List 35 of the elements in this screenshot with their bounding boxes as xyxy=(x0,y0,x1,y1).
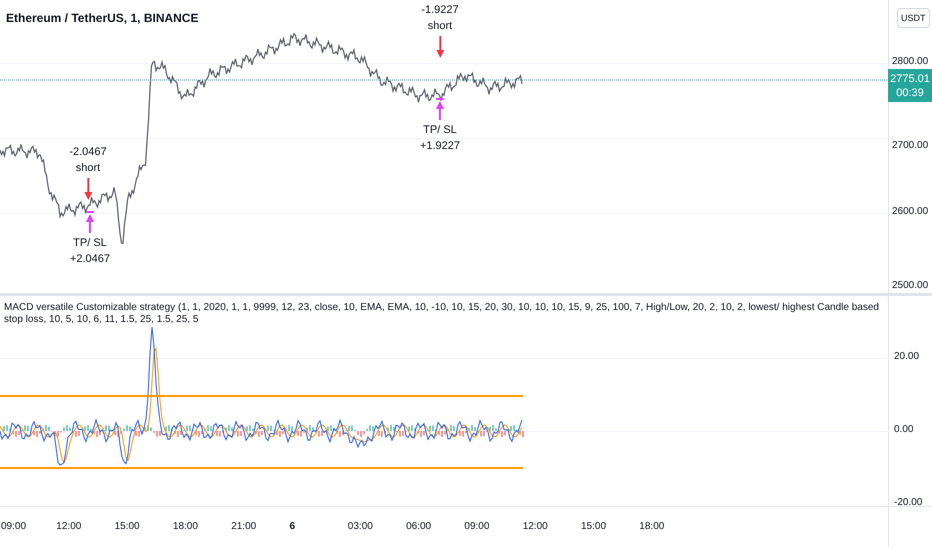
signal-label: TP/ SL xyxy=(73,236,107,251)
time-axis-label: 09:00 xyxy=(1,521,26,532)
up-arrow-icon xyxy=(86,211,94,233)
price-axis-label: 2500.00 xyxy=(892,280,928,291)
time-axis-label: 12:00 xyxy=(522,521,548,532)
time-axis-label: 09:00 xyxy=(464,521,490,532)
signal-label: short xyxy=(76,161,100,176)
price-axis-label: 2800.00 xyxy=(892,56,928,67)
last-price: 2775.01 xyxy=(890,72,930,86)
signal-label: short xyxy=(428,19,452,34)
time-axis-label: 15:00 xyxy=(114,521,140,532)
up-arrow-icon xyxy=(436,98,444,120)
time-axis-label: 15:00 xyxy=(581,521,606,532)
symbol-title: Ethereum / TetherUS, 1, BINANCE xyxy=(6,11,198,25)
time-axis-label: 18:00 xyxy=(172,521,198,532)
indicator-axis-label: 20.00 xyxy=(894,351,920,362)
currency-button[interactable]: USDT xyxy=(897,8,930,28)
signal-value: +2.0467 xyxy=(70,252,110,267)
time-axis-label: 21:00 xyxy=(231,521,256,532)
price-axis-label: 2700.00 xyxy=(892,140,928,151)
time-axis-label: 18:00 xyxy=(639,521,664,532)
price-axis-label: 2600.00 xyxy=(892,206,928,217)
indicator-axis-label: -20.00 xyxy=(894,497,922,508)
signal-value: -1.9227 xyxy=(421,3,459,18)
down-arrow-icon xyxy=(436,36,444,58)
time-axis-label: 06:00 xyxy=(406,521,432,532)
bar-countdown: 00:39 xyxy=(896,86,924,100)
time-axis-label: 12:00 xyxy=(56,521,82,532)
signal-value: +1.9227 xyxy=(420,139,460,154)
signal-label: TP/ SL xyxy=(423,123,457,138)
signal-value: -2.0467 xyxy=(69,145,107,160)
indicator-axis-label: 0.00 xyxy=(894,424,914,435)
time-axis-label: 03:00 xyxy=(348,521,373,532)
down-arrow-icon xyxy=(84,178,92,200)
time-axis-label: 6 xyxy=(290,521,296,532)
